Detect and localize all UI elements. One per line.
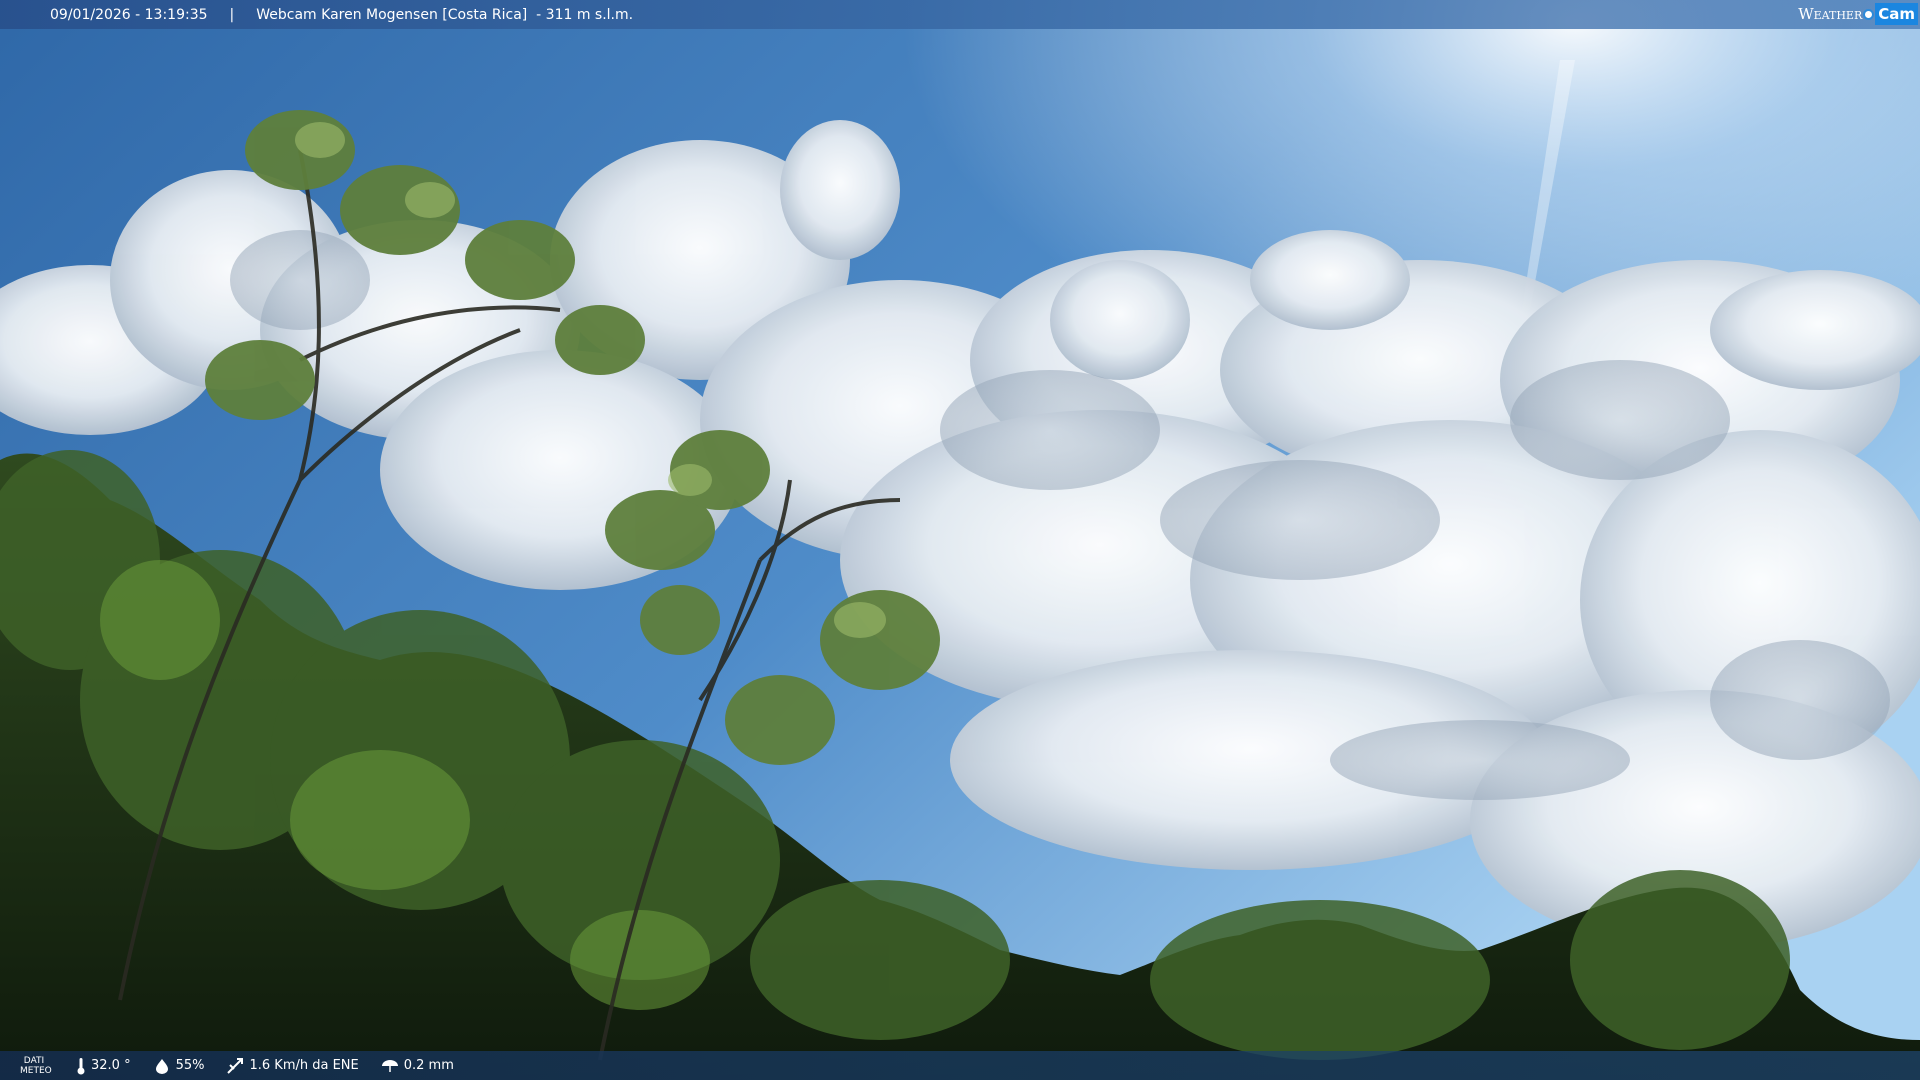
dati-meteo-line1: DATI — [23, 1055, 45, 1066]
temperature-value: 32.0 ° — [91, 1058, 131, 1073]
temperature-reading: 32.0 ° — [76, 1057, 131, 1075]
thermometer-icon — [77, 1057, 85, 1074]
humidity-icon — [155, 1058, 168, 1074]
wind-reading: 1.6 Km/h da ENE — [226, 1057, 359, 1075]
dati-meteo-line2: METEO — [20, 1065, 52, 1076]
logo-cam-text: Cam — [1875, 3, 1918, 25]
rain-value: 0.2 mm — [403, 1058, 454, 1073]
humidity-value: 55% — [175, 1058, 205, 1073]
top-info-bar: 09/01/2026 - 13:19:35 | Webcam Karen Mog… — [0, 0, 1920, 29]
wind-value: 1.6 Km/h da ENE — [249, 1058, 359, 1073]
dati-meteo-label: DATI METEO — [20, 1055, 52, 1076]
humidity-reading: 55% — [153, 1058, 205, 1074]
wind-icon — [227, 1057, 244, 1074]
weather-data-bar: DATI METEO 32.0 ° 55% 1.6 Km/h da ENE 0.… — [0, 1051, 1920, 1080]
webcam-title: Webcam Karen Mogensen [Costa Rica] - 311… — [256, 6, 634, 23]
logo-weather-text: Weather — [1798, 5, 1863, 23]
logo-dot-icon — [1863, 8, 1875, 20]
header-separator: | — [229, 6, 235, 23]
timestamp: 09/01/2026 - 13:19:35 — [50, 6, 208, 23]
webcam-image — [0, 0, 1920, 1080]
rain-reading: 0.2 mm — [381, 1058, 454, 1074]
rain-icon — [381, 1059, 398, 1072]
weathercam-logo: Weather Cam — [1798, 2, 1918, 26]
